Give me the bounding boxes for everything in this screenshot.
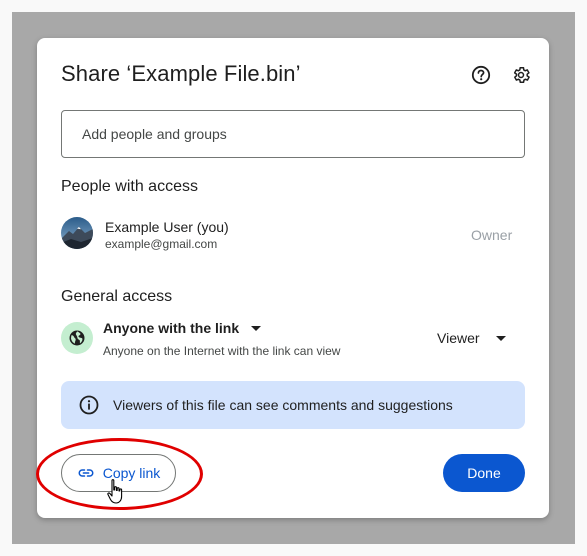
done-button[interactable]: Done: [443, 454, 525, 492]
info-icon: [79, 395, 99, 415]
dialog-title: Share ‘Example File.bin’: [61, 61, 301, 86]
role-dropdown[interactable]: Viewer: [437, 330, 506, 346]
info-banner: Viewers of this file can see comments an…: [61, 381, 525, 429]
avatar: [61, 217, 93, 249]
help-icon[interactable]: [470, 64, 492, 86]
add-people-input[interactable]: [61, 110, 525, 158]
chevron-down-icon: [251, 325, 262, 331]
owner-role-label: Owner: [471, 227, 513, 243]
user-email: example@gmail.com: [105, 237, 218, 251]
general-access-description: Anyone on the Internet with the link can…: [103, 344, 341, 358]
info-banner-text: Viewers of this file can see comments an…: [113, 397, 453, 413]
globe-icon: [61, 322, 93, 354]
role-label: Viewer: [437, 330, 480, 346]
general-access-dropdown[interactable]: Anyone with the link: [103, 320, 262, 336]
user-name: Example User (you): [105, 219, 229, 235]
gear-icon[interactable]: [510, 64, 532, 86]
hand-cursor-icon: [107, 479, 123, 504]
general-access-label: Anyone with the link: [103, 320, 240, 336]
people-with-access-heading: People with access: [61, 178, 198, 195]
general-access-heading: General access: [61, 288, 173, 305]
chevron-down-icon: [495, 335, 506, 341]
